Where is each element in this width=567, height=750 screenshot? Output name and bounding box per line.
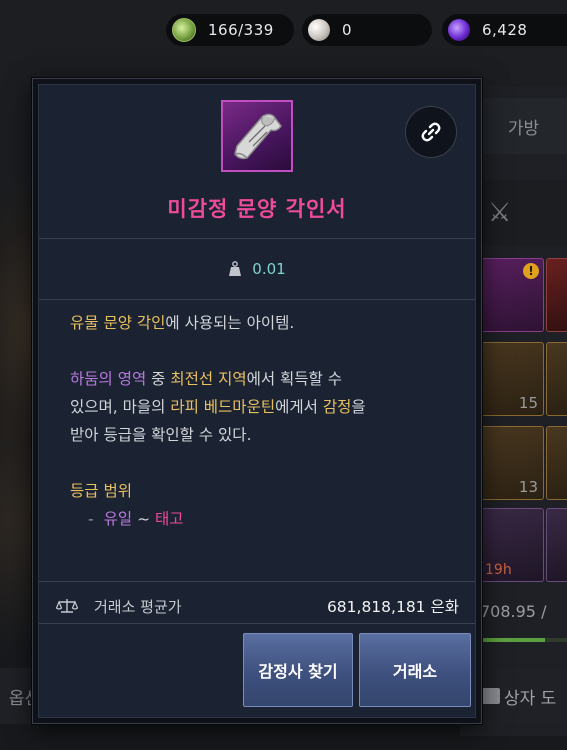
- pearl-icon: [308, 19, 330, 41]
- link-icon: [421, 122, 441, 142]
- grade-tilde: ~: [137, 510, 151, 528]
- divider: [39, 581, 475, 582]
- scale-icon: [56, 599, 78, 613]
- ticket-value: 166/339: [208, 21, 274, 39]
- currency-bar: 166/339 0 6,428: [166, 14, 567, 46]
- orb-counter: 6,428: [442, 14, 567, 46]
- avg-price-value: 681,818,181 은화: [326, 598, 459, 616]
- desc-text: 중: [146, 370, 171, 388]
- desc-highlight: 유물 문양 각인: [70, 314, 166, 332]
- desc-region: 하둠의 영역: [70, 370, 147, 388]
- box-button-label: 상자 도: [504, 688, 557, 709]
- slot-timer: 19h: [485, 562, 512, 578]
- box-icon: [482, 688, 500, 704]
- crossed-swords-icon: ⚔: [488, 198, 512, 228]
- purple-orb-icon: [448, 19, 470, 41]
- pearl-counter: 0: [302, 14, 432, 46]
- link-button[interactable]: [405, 106, 457, 158]
- desc-text: 에서 획득할 수: [246, 370, 343, 388]
- inventory-slot[interactable]: 15: [480, 342, 544, 416]
- item-description: 유물 문양 각인에 사용되는 아이템. 하둠의 영역 중 최전선 지역에서 획득…: [70, 309, 455, 533]
- inventory-slot[interactable]: 19h: [480, 508, 544, 582]
- inventory-filter[interactable]: ⚔: [480, 180, 567, 246]
- tooltip-body: 미감정 문양 각인서 0.01 유물 문양 각인에 사용되는 아이템. 하둠의 …: [38, 84, 476, 718]
- find-appraiser-button[interactable]: 감정사 찾기: [243, 633, 353, 707]
- desc-npc: 라피 베드마운틴: [170, 398, 276, 416]
- slot-count: 15: [518, 394, 538, 412]
- ticket-counter: 166/339: [166, 14, 294, 46]
- weight-bar-fill: [480, 638, 546, 642]
- inventory-slot[interactable]: !: [480, 258, 544, 332]
- desc-text: 에 사용되는 아이템.: [165, 314, 295, 332]
- box-button[interactable]: 상자 도: [476, 668, 567, 724]
- weight-bar: [480, 638, 567, 642]
- desc-text: 있으며, 마을의: [70, 398, 171, 416]
- alert-icon: !: [523, 263, 539, 279]
- tab-bag[interactable]: 가방: [480, 98, 567, 154]
- desc-text: 받아 등급을 확인할 수 있다.: [70, 426, 252, 444]
- desc-zone: 최전선 지역: [170, 370, 247, 388]
- inventory-slot[interactable]: [546, 426, 567, 500]
- scroll-item-icon: [221, 100, 293, 172]
- pearl-value: 0: [342, 21, 353, 39]
- item-tooltip: 미감정 문양 각인서 0.01 유물 문양 각인에 사용되는 아이템. 하둠의 …: [32, 78, 482, 724]
- grade-dash: -: [88, 510, 94, 528]
- grade-from: 유일: [103, 510, 133, 528]
- grade-range-title: 등급 범위: [70, 482, 132, 500]
- divider: [39, 623, 475, 624]
- inventory-slot[interactable]: 13: [480, 426, 544, 500]
- market-price-row: 거래소 평균가 681,818,181 은화: [39, 589, 475, 623]
- inventory-weight: 708.95 /: [480, 602, 547, 621]
- slot-count: 13: [518, 478, 538, 496]
- divider: [39, 299, 475, 300]
- grade-to: 태고: [155, 510, 184, 528]
- inventory-slot[interactable]: [546, 508, 567, 582]
- divider: [39, 238, 475, 239]
- item-name: 미감정 문양 각인서: [167, 197, 347, 221]
- desc-appraise: 감정: [322, 398, 352, 416]
- inventory-slot[interactable]: [546, 258, 567, 332]
- avg-price-label: 거래소 평균가: [94, 597, 182, 616]
- ticket-icon: [172, 18, 196, 42]
- marketplace-button[interactable]: 거래소: [359, 633, 471, 707]
- item-weight-value: 0.01: [252, 260, 286, 278]
- inventory-slot[interactable]: [546, 342, 567, 416]
- item-weight-row: 0.01: [39, 251, 475, 287]
- desc-text: 을: [351, 398, 366, 416]
- orb-value: 6,428: [482, 21, 528, 39]
- weight-icon: [229, 261, 242, 276]
- desc-text: 에게서: [275, 398, 323, 416]
